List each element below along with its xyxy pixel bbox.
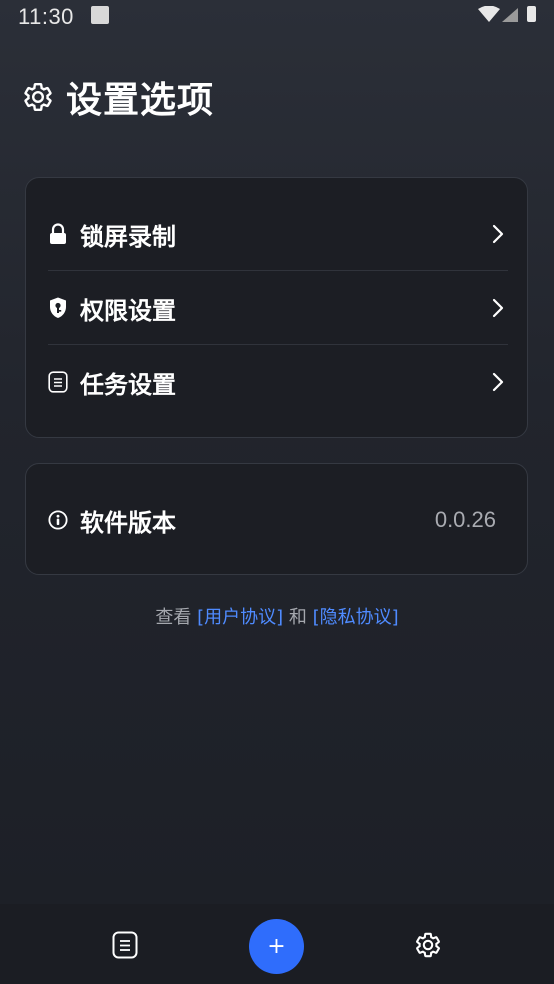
- settings-item-label: 任务设置: [80, 370, 176, 399]
- shield-key-icon: [48, 297, 68, 319]
- bottom-nav: +: [0, 904, 554, 984]
- page-header: 设置选项: [22, 74, 215, 121]
- add-icon: +: [267, 934, 286, 959]
- gear-icon: [24, 83, 52, 111]
- settings-card: 锁屏录制 权限设置 任务设置: [25, 177, 528, 438]
- settings-item-label: 权限设置: [80, 296, 176, 325]
- divider: [48, 344, 508, 345]
- agreements-prefix: 查看: [155, 607, 198, 628]
- software-version-label: 软件版本: [80, 508, 176, 537]
- gear-icon[interactable]: [414, 931, 442, 959]
- chevron-right-icon: [492, 298, 504, 318]
- notification-icon: [91, 6, 109, 24]
- wifi-icon: [478, 6, 500, 22]
- settings-item-label: 锁屏录制: [80, 222, 176, 251]
- signal-icon: [502, 8, 518, 22]
- page-title: 设置选项: [66, 80, 215, 121]
- task-list-icon[interactable]: [112, 931, 138, 959]
- status-time: 11:30: [18, 4, 74, 29]
- agreements-conjunction: 和: [283, 607, 313, 628]
- version-card: 软件版本 0.0.26: [25, 463, 528, 575]
- settings-item-permissions[interactable]: 权限设置: [48, 272, 508, 344]
- privacy-agreement-link[interactable]: [隐私协议]: [313, 607, 399, 628]
- task-list-icon: [48, 371, 68, 393]
- software-version-value: 0.0.26: [434, 507, 496, 532]
- settings-item-lock-screen-recording[interactable]: 锁屏录制: [48, 198, 508, 270]
- software-version-row: 软件版本 0.0.26: [48, 484, 508, 556]
- settings-item-tasks[interactable]: 任务设置: [48, 346, 508, 418]
- agreements-line: 查看 [用户协议] 和 [隐私协议]: [0, 603, 554, 629]
- chevron-right-icon: [492, 224, 504, 244]
- lock-icon: [48, 223, 68, 245]
- battery-icon: [527, 6, 536, 22]
- add-button[interactable]: +: [249, 919, 304, 974]
- chevron-right-icon: [492, 372, 504, 392]
- info-icon: [48, 509, 68, 531]
- user-agreement-link[interactable]: [用户协议]: [197, 607, 283, 628]
- divider: [48, 270, 508, 271]
- status-bar: 11:30: [0, 0, 554, 34]
